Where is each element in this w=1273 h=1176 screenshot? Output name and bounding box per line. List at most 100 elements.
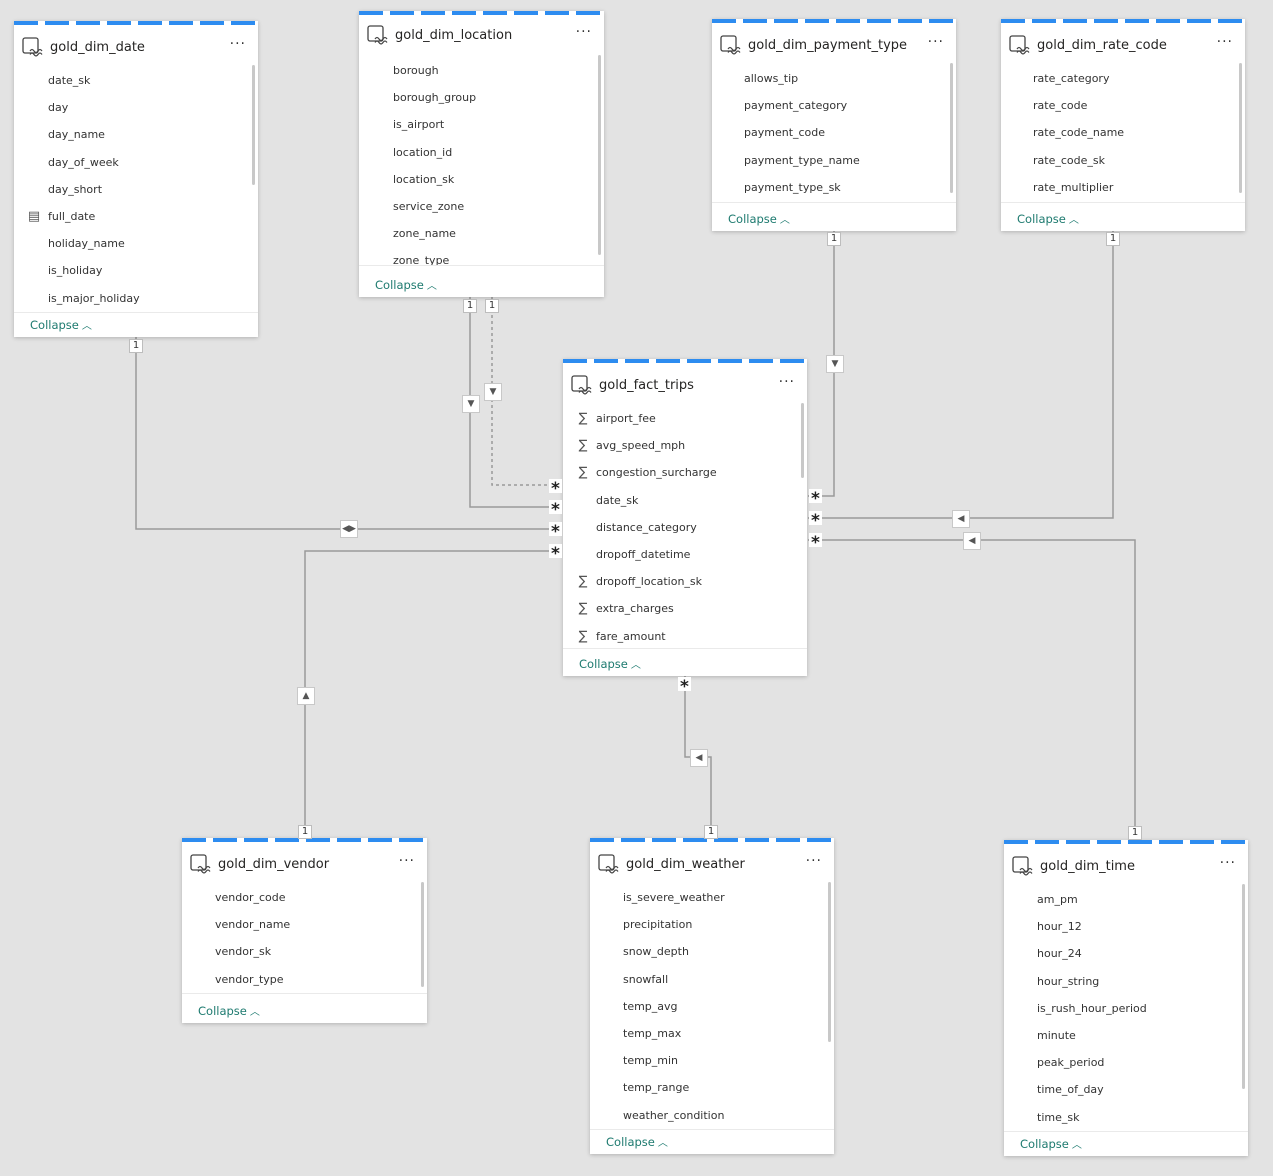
field-row[interactable]: payment_type_sk bbox=[712, 174, 956, 201]
field-row[interactable]: vendor_sk bbox=[182, 938, 427, 965]
field-row[interactable]: snowfall bbox=[590, 966, 834, 993]
scrollbar[interactable] bbox=[1242, 884, 1245, 1089]
collapse-button[interactable]: Collapse ︿ bbox=[1020, 1136, 1082, 1151]
scrollbar[interactable] bbox=[598, 55, 601, 255]
filter-direction-left-icon[interactable]: ◀ bbox=[963, 532, 981, 550]
table-card-gold-dim-rate-code[interactable]: gold_dim_rate_code ··· rate_category rate… bbox=[1001, 19, 1245, 231]
field-row[interactable]: zone_type bbox=[359, 247, 604, 265]
more-options-icon[interactable]: ··· bbox=[806, 846, 822, 876]
field-row[interactable]: holiday_name bbox=[14, 230, 258, 257]
field-row[interactable]: temp_avg bbox=[590, 993, 834, 1020]
filter-direction-left-icon[interactable]: ◀ bbox=[952, 510, 970, 528]
collapse-button[interactable]: Collapse ︿ bbox=[1017, 211, 1079, 226]
filter-direction-up-icon[interactable]: ▲ bbox=[297, 687, 315, 705]
field-row[interactable]: distance_category bbox=[563, 514, 807, 541]
field-row[interactable]: ∑ fare_amount bbox=[563, 623, 807, 649]
field-row[interactable]: temp_min bbox=[590, 1047, 834, 1074]
field-row[interactable]: is_severe_weather bbox=[590, 884, 834, 911]
field-row[interactable]: day_of_week bbox=[14, 149, 258, 176]
scrollbar[interactable] bbox=[252, 65, 255, 185]
field-row[interactable]: location_id bbox=[359, 139, 604, 166]
card-header[interactable]: gold_dim_date ··· bbox=[14, 29, 258, 65]
field-row[interactable]: am_pm bbox=[1004, 886, 1248, 913]
field-row[interactable]: rate_code_name bbox=[1001, 119, 1245, 146]
field-row[interactable]: ▤ full_date bbox=[14, 203, 258, 230]
field-row[interactable]: ∑ extra_charges bbox=[563, 595, 807, 622]
field-row[interactable]: borough bbox=[359, 57, 604, 84]
card-header[interactable]: gold_dim_weather ··· bbox=[590, 846, 834, 882]
field-row[interactable]: vendor_type bbox=[182, 966, 427, 993]
more-options-icon[interactable]: ··· bbox=[1217, 27, 1233, 57]
field-row[interactable]: hour_24 bbox=[1004, 940, 1248, 967]
collapse-button[interactable]: Collapse ︿ bbox=[198, 1003, 260, 1018]
more-options-icon[interactable]: ··· bbox=[230, 29, 246, 59]
field-row[interactable]: hour_12 bbox=[1004, 913, 1248, 940]
field-row[interactable]: ∑ avg_speed_mph bbox=[563, 432, 807, 459]
card-header[interactable]: gold_dim_location ··· bbox=[359, 17, 604, 53]
field-row[interactable]: ∑ congestion_surcharge bbox=[563, 459, 807, 486]
field-row[interactable]: rate_category bbox=[1001, 65, 1245, 92]
field-row[interactable]: day bbox=[14, 94, 258, 121]
more-options-icon[interactable]: ··· bbox=[1220, 848, 1236, 878]
field-row[interactable]: payment_code bbox=[712, 119, 956, 146]
field-row[interactable]: is_airport bbox=[359, 111, 604, 138]
field-row[interactable]: zone_name bbox=[359, 220, 604, 247]
field-row[interactable]: precipitation bbox=[590, 911, 834, 938]
field-row[interactable]: date_sk bbox=[563, 487, 807, 514]
field-row[interactable]: temp_range bbox=[590, 1074, 834, 1101]
field-row[interactable]: date_sk bbox=[14, 67, 258, 94]
field-row[interactable]: service_zone bbox=[359, 193, 604, 220]
table-card-gold-fact-trips[interactable]: gold_fact_trips ··· ∑ airport_fee ∑ avg_spe… bbox=[563, 359, 807, 676]
field-row[interactable]: is_rush_hour_period bbox=[1004, 995, 1248, 1022]
field-row[interactable]: peak_period bbox=[1004, 1049, 1248, 1076]
field-row[interactable]: allows_tip bbox=[712, 65, 956, 92]
field-row[interactable]: hour_string bbox=[1004, 968, 1248, 995]
field-row[interactable]: dropoff_datetime bbox=[563, 541, 807, 568]
collapse-button[interactable]: Collapse ︿ bbox=[375, 277, 437, 292]
table-card-gold-dim-date[interactable]: gold_dim_date ··· date_sk day day_name day_… bbox=[14, 21, 258, 337]
filter-direction-down-icon[interactable]: ▼ bbox=[462, 395, 480, 413]
collapse-button[interactable]: Collapse ︿ bbox=[606, 1134, 668, 1149]
field-row[interactable]: location_sk bbox=[359, 166, 604, 193]
card-header[interactable]: gold_dim_vendor ··· bbox=[182, 846, 427, 882]
field-row[interactable]: day_short bbox=[14, 176, 258, 203]
card-header[interactable]: gold_dim_time ··· bbox=[1004, 848, 1248, 884]
scrollbar[interactable] bbox=[421, 882, 424, 987]
field-row[interactable]: time_of_day bbox=[1004, 1076, 1248, 1103]
filter-direction-down-icon[interactable]: ▼ bbox=[826, 355, 844, 373]
filter-direction-both-icon[interactable]: ◀▶ bbox=[340, 520, 358, 538]
field-row[interactable]: weather_condition bbox=[590, 1102, 834, 1129]
more-options-icon[interactable]: ··· bbox=[399, 846, 415, 876]
more-options-icon[interactable]: ··· bbox=[779, 367, 795, 397]
field-row[interactable]: temp_max bbox=[590, 1020, 834, 1047]
more-options-icon[interactable]: ··· bbox=[928, 27, 944, 57]
scrollbar[interactable] bbox=[828, 882, 831, 1042]
field-row[interactable]: vendor_name bbox=[182, 911, 427, 938]
field-row[interactable]: rate_code_sk bbox=[1001, 147, 1245, 174]
card-header[interactable]: gold_dim_payment_type ··· bbox=[712, 27, 956, 63]
field-row[interactable]: is_holiday bbox=[14, 257, 258, 284]
collapse-button[interactable]: Collapse ︿ bbox=[30, 317, 92, 332]
filter-direction-left-icon[interactable]: ◀ bbox=[690, 749, 708, 767]
field-row[interactable]: payment_category bbox=[712, 92, 956, 119]
more-options-icon[interactable]: ··· bbox=[576, 17, 592, 47]
field-row[interactable]: borough_group bbox=[359, 84, 604, 111]
filter-direction-down-icon[interactable]: ▼ bbox=[484, 383, 502, 401]
field-row[interactable]: rate_code bbox=[1001, 92, 1245, 119]
field-row[interactable]: vendor_code bbox=[182, 884, 427, 911]
field-row[interactable]: rate_multiplier bbox=[1001, 174, 1245, 201]
field-row[interactable]: payment_type_name bbox=[712, 147, 956, 174]
field-row[interactable]: ∑ airport_fee bbox=[563, 405, 807, 432]
table-card-gold-dim-location[interactable]: gold_dim_location ··· borough borough_gro… bbox=[359, 11, 604, 297]
field-row[interactable]: time_sk bbox=[1004, 1104, 1248, 1131]
table-card-gold-dim-payment-type[interactable]: gold_dim_payment_type ··· allows_tip paym… bbox=[712, 19, 956, 231]
field-row[interactable]: is_major_holiday bbox=[14, 285, 258, 312]
collapse-button[interactable]: Collapse ︿ bbox=[728, 211, 790, 226]
collapse-button[interactable]: Collapse ︿ bbox=[579, 656, 641, 671]
table-card-gold-dim-weather[interactable]: gold_dim_weather ··· is_severe_weather pr… bbox=[590, 838, 834, 1154]
scrollbar[interactable] bbox=[950, 63, 953, 193]
table-card-gold-dim-vendor[interactable]: gold_dim_vendor ··· vendor_code vendor_na… bbox=[182, 838, 427, 1023]
field-row[interactable]: ∑ dropoff_location_sk bbox=[563, 568, 807, 595]
card-header[interactable]: gold_fact_trips ··· bbox=[563, 367, 807, 403]
table-card-gold-dim-time[interactable]: gold_dim_time ··· am_pm hour_12 hour_24 hou… bbox=[1004, 840, 1248, 1156]
